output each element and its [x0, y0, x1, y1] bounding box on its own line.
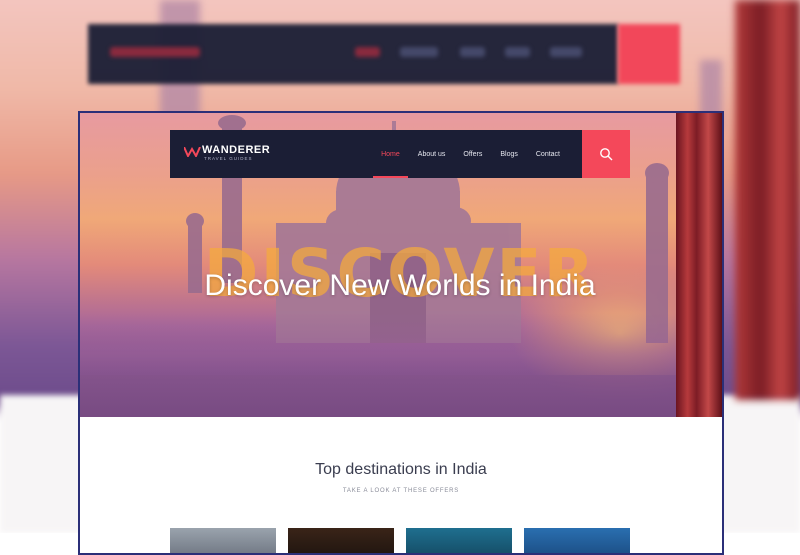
nav-contact[interactable]: Contact: [536, 130, 560, 178]
website-preview-card: DISCOVER Discover New Worlds in India WA…: [78, 111, 724, 555]
nav-home[interactable]: Home: [373, 130, 408, 178]
destination-card[interactable]: [406, 528, 512, 553]
nav-about-us[interactable]: About us: [418, 130, 446, 178]
search-icon: [600, 148, 613, 161]
search-button[interactable]: [582, 130, 630, 178]
destination-card[interactable]: [170, 528, 276, 553]
curtain-decoration: [676, 113, 722, 417]
destinations-subtitle: TAKE A LOOK AT THESE OFFERS: [342, 488, 460, 494]
navbar: WANDERER TRAVEL GUIDES Home About us Off…: [170, 130, 582, 178]
destination-card[interactable]: [524, 528, 630, 553]
nav-offers[interactable]: Offers: [463, 130, 482, 178]
destination-card[interactable]: [288, 528, 394, 553]
logo-subtitle: TRAVEL GUIDES: [204, 156, 253, 161]
hero-section: DISCOVER Discover New Worlds in India WA…: [80, 113, 722, 417]
hero-headline: Discover New Worlds in India: [204, 269, 596, 302]
logo-icon: [184, 147, 201, 157]
logo-text: WANDERER: [202, 144, 271, 156]
main-menu: Home About us Offers Blogs Contact: [373, 130, 560, 178]
destinations-title: Top destinations in India: [315, 461, 487, 478]
nav-blogs[interactable]: Blogs: [500, 130, 518, 178]
